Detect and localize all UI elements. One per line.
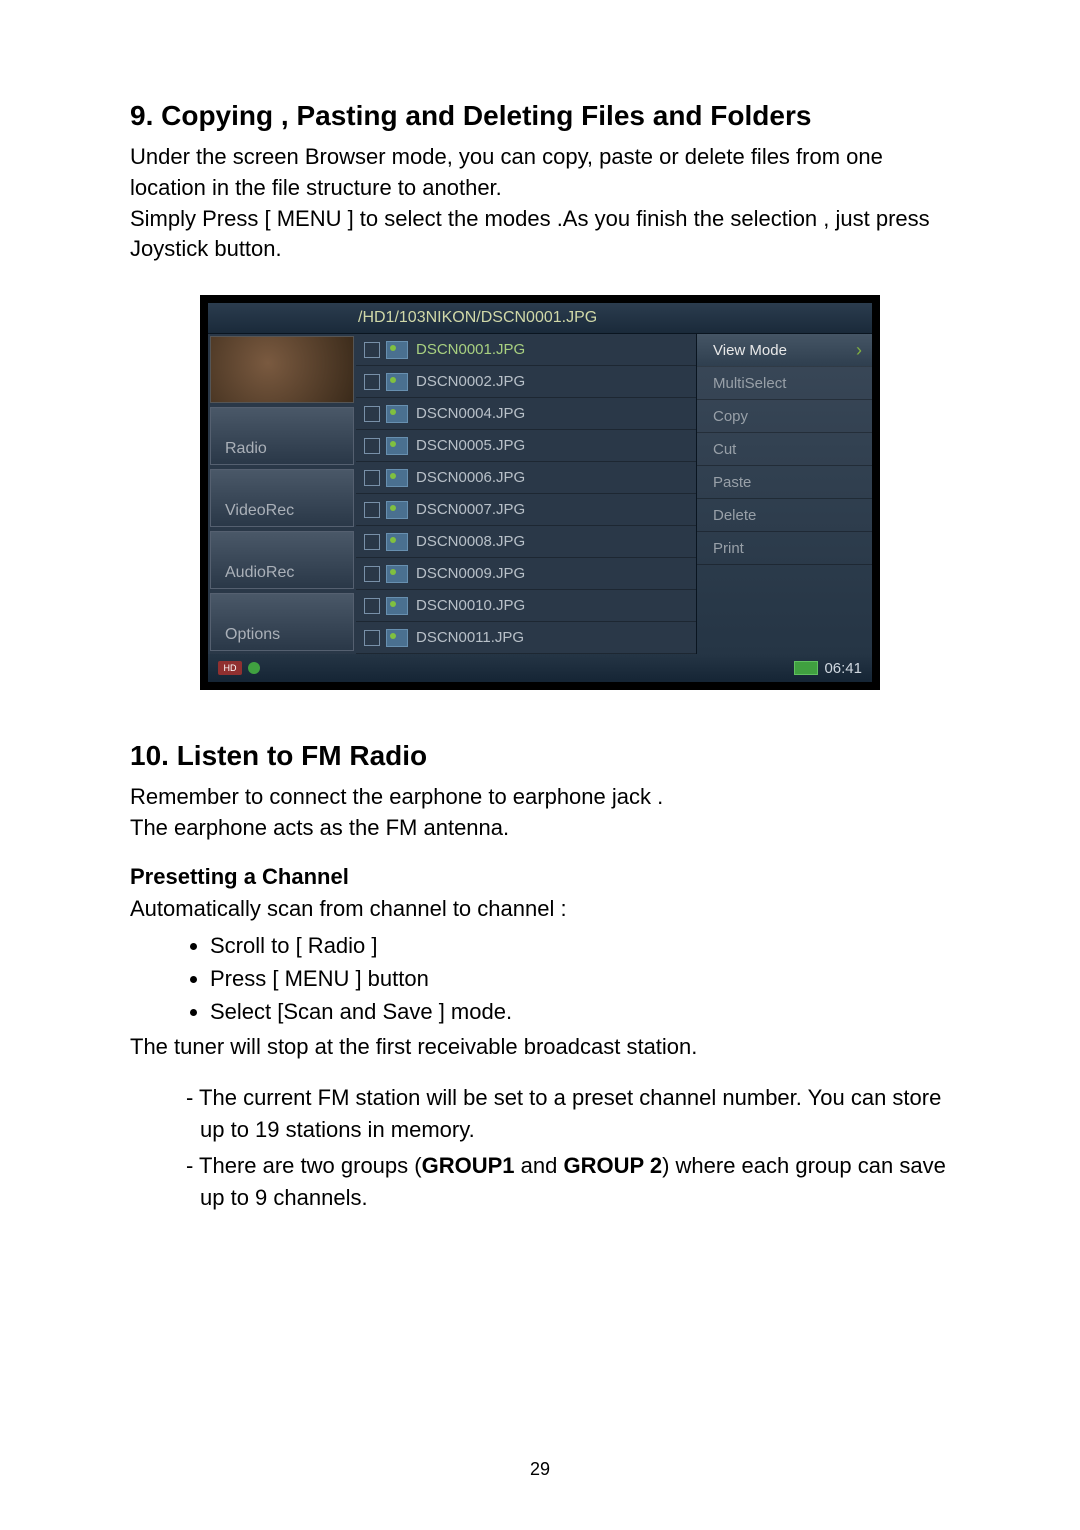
file-name: DSCN0009.JPG bbox=[416, 565, 525, 582]
list-item: Select [Scan and Save ] mode. bbox=[210, 995, 950, 1028]
note-text: and bbox=[515, 1153, 564, 1178]
menu-item-label: MultiSelect bbox=[713, 375, 786, 392]
note-item: - The current FM station will be set to … bbox=[170, 1082, 950, 1146]
menu-item-delete[interactable]: Delete bbox=[697, 499, 872, 532]
file-row[interactable]: DSCN0004.JPG bbox=[356, 398, 696, 430]
checkbox-icon[interactable] bbox=[364, 630, 380, 646]
image-file-icon bbox=[386, 597, 408, 615]
menu-item-label: View Mode bbox=[713, 342, 787, 359]
sidebar: Radio VideoRec AudioRec Options bbox=[208, 334, 356, 654]
presetting-steps: Scroll to [ Radio ] Press [ MENU ] butto… bbox=[130, 929, 950, 1028]
section-10-para-1: Remember to connect the earphone to earp… bbox=[130, 782, 950, 813]
file-name: DSCN0001.JPG bbox=[416, 341, 525, 358]
file-name: DSCN0004.JPG bbox=[416, 405, 525, 422]
section-9-para-2: Simply Press [ MENU ] to select the mode… bbox=[130, 204, 950, 266]
sidebar-item-radio[interactable]: Radio bbox=[210, 407, 354, 465]
file-name: DSCN0002.JPG bbox=[416, 373, 525, 390]
menu-item-cut[interactable]: Cut bbox=[697, 433, 872, 466]
menu-item-multiselect[interactable]: MultiSelect bbox=[697, 367, 872, 400]
checkbox-icon[interactable] bbox=[364, 566, 380, 582]
presetting-intro: Automatically scan from channel to chann… bbox=[130, 894, 950, 925]
menu-item-label: Delete bbox=[713, 507, 756, 524]
group2-label: GROUP 2 bbox=[563, 1153, 662, 1178]
file-row[interactable]: DSCN0008.JPG bbox=[356, 526, 696, 558]
file-name: DSCN0007.JPG bbox=[416, 501, 525, 518]
image-file-icon bbox=[386, 469, 408, 487]
sidebar-item-label: AudioRec bbox=[225, 564, 294, 582]
sidebar-item-label: Radio bbox=[225, 440, 267, 458]
checkbox-icon[interactable] bbox=[364, 374, 380, 390]
image-file-icon bbox=[386, 373, 408, 391]
note-text: - There are two groups ( bbox=[186, 1153, 422, 1178]
checkbox-icon[interactable] bbox=[364, 470, 380, 486]
menu-item-label: Copy bbox=[713, 408, 748, 425]
section-10-heading: 10. Listen to FM Radio bbox=[130, 740, 950, 772]
menu-item-print[interactable]: Print bbox=[697, 532, 872, 565]
image-file-icon bbox=[386, 533, 408, 551]
sidebar-item-label: Options bbox=[225, 626, 280, 644]
image-file-icon bbox=[386, 437, 408, 455]
file-name: DSCN0008.JPG bbox=[416, 533, 525, 550]
page-number: 29 bbox=[0, 1459, 1080, 1480]
file-name: DSCN0010.JPG bbox=[416, 597, 525, 614]
breadcrumb-path: /HD1/103NIKON/DSCN0001.JPG bbox=[358, 309, 597, 326]
clock-time: 06:41 bbox=[824, 660, 862, 677]
section-10-para-2: The earphone acts as the FM antenna. bbox=[130, 813, 950, 844]
menu-item-label: Cut bbox=[713, 441, 736, 458]
file-list: DSCN0001.JPG DSCN0002.JPG DSCN0004.JPG D… bbox=[356, 334, 696, 654]
sidebar-item-options[interactable]: Options bbox=[210, 593, 354, 651]
note-item: - There are two groups (GROUP1 and GROUP… bbox=[170, 1150, 950, 1214]
list-item: Press [ MENU ] button bbox=[210, 962, 950, 995]
image-file-icon bbox=[386, 629, 408, 647]
image-file-icon bbox=[386, 341, 408, 359]
battery-icon bbox=[794, 661, 818, 675]
list-item: Scroll to [ Radio ] bbox=[210, 929, 950, 962]
file-row[interactable]: DSCN0007.JPG bbox=[356, 494, 696, 526]
image-file-icon bbox=[386, 565, 408, 583]
section-9-heading: 9. Copying , Pasting and Deleting Files … bbox=[130, 100, 950, 132]
section-9-para-1: Under the screen Browser mode, you can c… bbox=[130, 142, 950, 204]
file-row[interactable]: DSCN0006.JPG bbox=[356, 462, 696, 494]
context-menu: View Mode MultiSelect Copy Cut Paste Del… bbox=[696, 334, 872, 654]
file-row[interactable]: DSCN0001.JPG bbox=[356, 334, 696, 366]
sidebar-item-videorec[interactable]: VideoRec bbox=[210, 469, 354, 527]
file-row[interactable]: DSCN0009.JPG bbox=[356, 558, 696, 590]
presetting-subheading: Presetting a Channel bbox=[130, 864, 950, 890]
file-row[interactable]: DSCN0011.JPG bbox=[356, 622, 696, 654]
hd-badge-icon: HD bbox=[218, 661, 242, 675]
menu-item-paste[interactable]: Paste bbox=[697, 466, 872, 499]
checkbox-icon[interactable] bbox=[364, 598, 380, 614]
file-name: DSCN0005.JPG bbox=[416, 437, 525, 454]
file-row[interactable]: DSCN0005.JPG bbox=[356, 430, 696, 462]
status-bar: HD 06:41 bbox=[208, 654, 872, 682]
menu-item-copy[interactable]: Copy bbox=[697, 400, 872, 433]
checkbox-icon[interactable] bbox=[364, 438, 380, 454]
menu-item-view-mode[interactable]: View Mode bbox=[697, 334, 872, 367]
sidebar-item-audiorec[interactable]: AudioRec bbox=[210, 531, 354, 589]
checkbox-icon[interactable] bbox=[364, 502, 380, 518]
file-name: DSCN0006.JPG bbox=[416, 469, 525, 486]
menu-item-label: Print bbox=[713, 540, 744, 557]
sidebar-item-label: VideoRec bbox=[225, 502, 294, 520]
presetting-outro: The tuner will stop at the first receiva… bbox=[130, 1032, 950, 1063]
image-file-icon bbox=[386, 405, 408, 423]
file-row[interactable]: DSCN0010.JPG bbox=[356, 590, 696, 622]
checkbox-icon[interactable] bbox=[364, 534, 380, 550]
file-row[interactable]: DSCN0002.JPG bbox=[356, 366, 696, 398]
file-name: DSCN0011.JPG bbox=[416, 629, 524, 646]
group1-label: GROUP1 bbox=[422, 1153, 515, 1178]
status-dot-icon bbox=[248, 662, 260, 674]
thumbnail-preview bbox=[210, 336, 354, 403]
device-screenshot: /HD1/103NIKON/DSCN0001.JPG Radio VideoRe… bbox=[200, 295, 880, 690]
image-file-icon bbox=[386, 501, 408, 519]
checkbox-icon[interactable] bbox=[364, 342, 380, 358]
checkbox-icon[interactable] bbox=[364, 406, 380, 422]
menu-item-label: Paste bbox=[713, 474, 751, 491]
